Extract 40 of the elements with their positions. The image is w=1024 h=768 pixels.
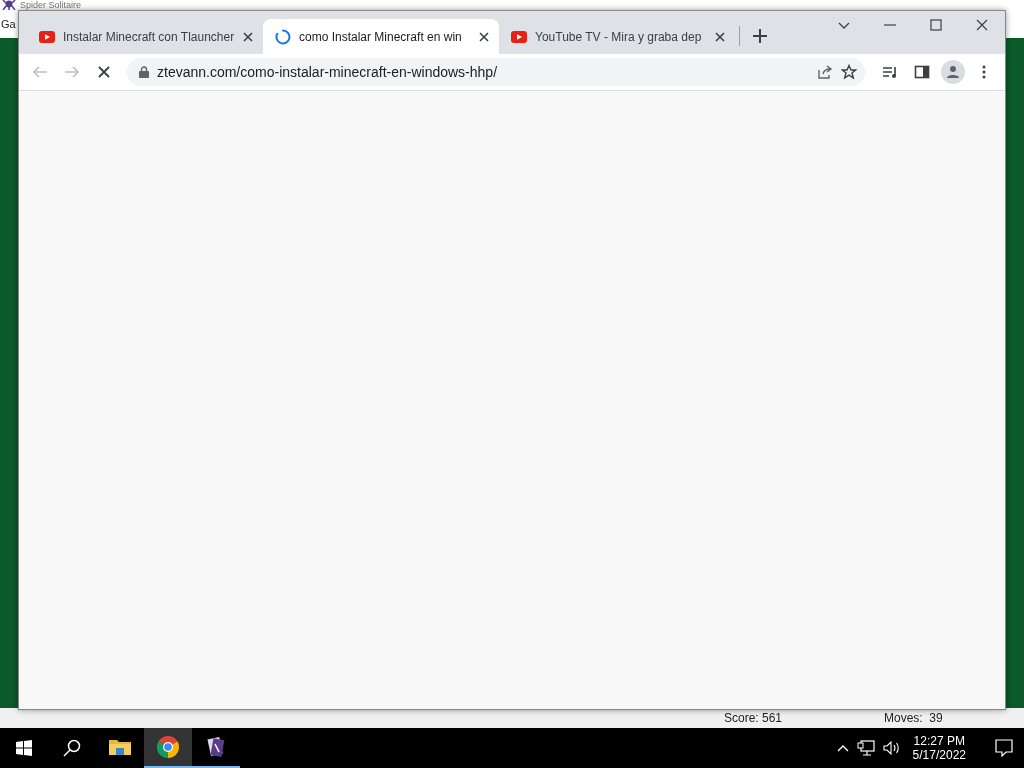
tab-title: Instalar Minecraft con Tlauncher <box>63 29 235 44</box>
person-icon[interactable] <box>946 65 960 79</box>
tab-title: YouTube TV - Mira y graba dep <box>535 29 703 44</box>
play-icon <box>511 30 527 43</box>
browser-tab[interactable]: Instalar Minecraft con Tlauncher <box>27 19 263 54</box>
close-icon[interactable] <box>976 19 988 31</box>
share-icon[interactable] <box>817 64 833 80</box>
moves-text: Moves: 39 <box>884 711 943 725</box>
volume-icon[interactable] <box>882 740 901 756</box>
loading-spinner-icon <box>275 28 291 45</box>
notification-icon[interactable] <box>995 739 1013 757</box>
close-icon[interactable] <box>715 31 725 42</box>
window-title: Spider Solitaire <box>20 0 82 10</box>
browser-logo-icon <box>156 735 180 759</box>
lock-icon <box>139 66 149 78</box>
network-icon[interactable] <box>856 740 875 756</box>
tab-search-icon[interactable] <box>838 20 850 30</box>
tab-title: como Instalar Minecraft en win <box>299 29 463 44</box>
close-icon[interactable] <box>243 31 253 42</box>
score-text: Score: 561 <box>724 711 784 725</box>
address-bar[interactable]: ztevann.com/como-instalar-minecraft-en-windows-hhp/ <box>127 58 865 86</box>
plus-icon <box>753 29 767 43</box>
spider-icon <box>2 0 16 12</box>
chevron-up-icon[interactable] <box>836 744 849 752</box>
windows-logo-icon[interactable] <box>16 740 32 756</box>
media-queue-icon[interactable] <box>882 64 898 80</box>
star-icon[interactable] <box>841 64 857 80</box>
play-icon <box>39 30 55 43</box>
menu-item[interactable]: Ga <box>1 18 16 30</box>
close-icon[interactable] <box>479 31 489 42</box>
taskbar-app-button[interactable] <box>144 728 192 768</box>
stop-icon[interactable] <box>96 64 112 80</box>
clock-date[interactable]: 5/17/2022 <box>912 748 966 762</box>
browser-tab[interactable]: YouTube TV - Mira y graba dep <box>499 19 735 54</box>
clock-time[interactable]: 12:27 PM <box>913 734 965 748</box>
side-panel-icon[interactable] <box>914 64 930 80</box>
search-icon[interactable] <box>63 739 81 757</box>
browser-tab[interactable]: como Instalar Minecraft en win <box>263 19 499 54</box>
maximize-icon[interactable] <box>930 19 942 31</box>
url-text: ztevann.com/como-instalar-minecraft-en-windows-hhp/ <box>157 64 499 80</box>
